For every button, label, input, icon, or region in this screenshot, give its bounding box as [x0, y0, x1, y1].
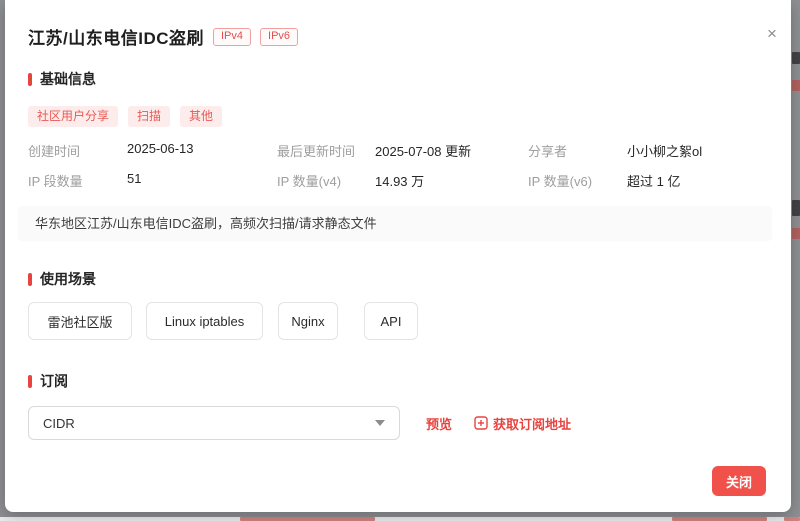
- tag-scan: 扫描: [128, 106, 171, 127]
- info-fields: 创建时间 2025-06-13 最后更新时间 2025-07-08 更新 分享者…: [28, 141, 768, 201]
- background-fragment: [792, 228, 800, 239]
- close-icon[interactable]: ×: [762, 24, 782, 44]
- close-button[interactable]: 关闭: [712, 466, 766, 496]
- basic-info-title: 基础信息: [40, 71, 96, 87]
- field-label: 创建时间: [28, 144, 81, 159]
- basic-info-section-header: 基础信息: [28, 69, 96, 89]
- scenarios-section-header: 使用场景: [28, 269, 96, 289]
- background-fragment: [240, 517, 375, 521]
- scenario-button-api[interactable]: API: [364, 302, 418, 340]
- scenarios-title: 使用场景: [40, 271, 96, 287]
- tag-community-share: 社区用户分享: [28, 106, 119, 127]
- format-dropdown[interactable]: CIDR: [28, 406, 400, 440]
- modal-header: 江苏/山东电信IDC盗刷 IPv4 IPv6: [28, 24, 299, 49]
- field-label: IP 数量(v4): [277, 174, 342, 189]
- format-dropdown-value: CIDR: [43, 415, 75, 431]
- field-label: IP 数量(v6): [528, 174, 593, 189]
- background-fragment: [792, 52, 800, 64]
- field-value: 2025-07-08 更新: [375, 144, 472, 159]
- field-label: 分享者: [528, 144, 568, 159]
- scenario-button-nginx[interactable]: Nginx: [278, 302, 338, 340]
- background-fragment: [784, 517, 800, 521]
- field-value: 超过 1 亿: [627, 174, 681, 189]
- scenario-button-linux-iptables[interactable]: Linux iptables: [146, 302, 263, 340]
- tag-other: 其他: [180, 106, 223, 127]
- chevron-down-icon: [375, 420, 385, 426]
- preview-link[interactable]: 预览: [426, 414, 452, 433]
- field-value: 14.93 万: [375, 174, 425, 189]
- section-bar-icon: [28, 272, 32, 286]
- tags-row: 社区用户分享 扫描 其他: [28, 106, 232, 127]
- field-value: 51: [127, 171, 142, 186]
- scenario-button-safeline[interactable]: 雷池社区版: [28, 302, 132, 340]
- ipv6-badge: IPv6: [260, 27, 299, 46]
- background-fragment: [792, 80, 800, 91]
- section-bar-icon: [28, 374, 32, 388]
- background-fragment: [792, 200, 800, 216]
- scenario-buttons: 雷池社区版 Linux iptables Nginx API: [28, 302, 418, 340]
- subscribe-title: 订阅: [40, 373, 68, 389]
- page-title: 江苏/山东电信IDC盗刷: [28, 29, 204, 48]
- field-label: 最后更新时间: [277, 144, 356, 159]
- section-bar-icon: [28, 72, 32, 86]
- plus-square-icon: [474, 416, 488, 430]
- subscription-detail-modal: × 江苏/山东电信IDC盗刷 IPv4 IPv6 基础信息 社区用户分享 扫描 …: [5, 0, 791, 512]
- get-subscription-url-label: 获取订阅地址: [493, 416, 572, 432]
- description-box: 华东地区江苏/山东电信IDC盗刷，高频次扫描/请求静态文件: [18, 206, 772, 241]
- background-page-strip: [0, 517, 800, 521]
- background-fragment: [672, 517, 767, 521]
- field-value: 2025-06-13: [127, 141, 194, 156]
- field-value: 小小柳之絮ol: [627, 144, 703, 159]
- field-label: IP 段数量: [28, 174, 83, 189]
- subscribe-controls: CIDR 预览 获取订阅地址: [28, 406, 571, 440]
- subscribe-section-header: 订阅: [28, 371, 68, 391]
- ipv4-badge: IPv4: [213, 27, 252, 46]
- get-subscription-url-link[interactable]: 获取订阅地址: [474, 414, 571, 433]
